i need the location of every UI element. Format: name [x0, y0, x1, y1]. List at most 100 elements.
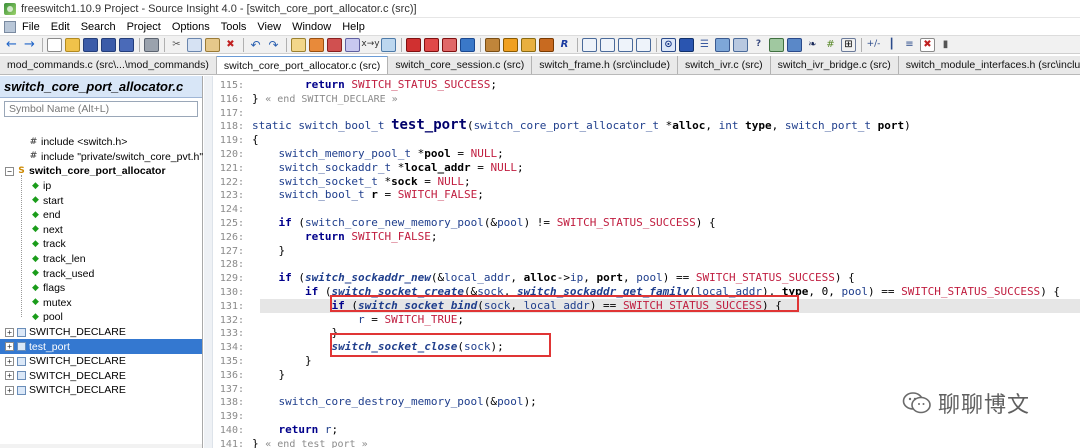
- symbol-tree-item[interactable]: ◆ start: [0, 193, 202, 208]
- back-arrow-icon[interactable]: ←: [4, 38, 19, 52]
- print-icon[interactable]: [144, 37, 159, 52]
- delete-icon[interactable]: ✖: [223, 38, 238, 52]
- system-menu-icon[interactable]: [4, 20, 16, 33]
- layout-2-icon[interactable]: [600, 37, 615, 52]
- file-tab[interactable]: mod_commands.c (src\...\mod_commands): [0, 56, 217, 74]
- layout-3-icon[interactable]: [618, 37, 633, 52]
- symbol-list-icon[interactable]: [715, 37, 730, 52]
- symbol-search-input[interactable]: Symbol Name (Alt+L): [4, 101, 198, 117]
- menu-tools[interactable]: Tools: [221, 21, 247, 33]
- symbol-tree-item[interactable]: + SWITCH_DECLARE: [0, 354, 202, 369]
- symbol-tree-item[interactable]: − Sswitch_core_port_allocator: [0, 164, 202, 179]
- search-files-icon[interactable]: [381, 37, 396, 52]
- jump-icon[interactable]: R: [557, 38, 572, 52]
- code-token: SWITCH_FALSE: [397, 188, 478, 202]
- class-tree-icon[interactable]: [733, 37, 748, 52]
- context-window-icon[interactable]: [521, 37, 536, 52]
- code-token: ,: [622, 271, 637, 285]
- save-icon[interactable]: [83, 37, 98, 52]
- symbol-tree-item[interactable]: +#include "private/switch_core_pvt.h": [0, 150, 203, 165]
- symbol-tree-label: SWITCH_DECLARE: [29, 355, 126, 368]
- menu-window[interactable]: Window: [292, 21, 331, 33]
- forward-arrow-icon[interactable]: →: [22, 38, 37, 52]
- file-tab[interactable]: switch_module_interfaces.h (src\inclu: [898, 56, 1080, 74]
- file-tab[interactable]: switch_ivr_bridge.c (src): [770, 56, 899, 74]
- menu-help[interactable]: Help: [342, 21, 365, 33]
- close-window-icon[interactable]: ✖: [920, 37, 935, 52]
- collapse-icon[interactable]: −: [5, 166, 14, 176]
- highlight-icon[interactable]: [769, 37, 784, 52]
- layout-4-icon[interactable]: [636, 37, 651, 52]
- symbol-tree-item[interactable]: ◆ track_used: [0, 266, 202, 281]
- symbol-tree-item[interactable]: +#include <switch.h>: [0, 135, 202, 150]
- expand-icon[interactable]: +: [5, 327, 14, 337]
- new-file-icon[interactable]: [47, 37, 62, 52]
- menu-project[interactable]: Project: [127, 21, 161, 33]
- symbol-tree-item[interactable]: ◆ mutex: [0, 296, 202, 311]
- file-tab[interactable]: switch_core_session.c (src): [388, 56, 533, 74]
- save-all-icon[interactable]: [101, 37, 116, 52]
- file-tab[interactable]: switch_core_port_allocator.c (src): [216, 56, 389, 74]
- split-icon[interactable]: ┃: [884, 38, 899, 52]
- expand-icon[interactable]: +: [5, 342, 14, 352]
- symbol-tree-item[interactable]: + test_port: [0, 339, 202, 354]
- symbol-tree-item[interactable]: ◆ end: [0, 208, 202, 223]
- references-icon[interactable]: [679, 37, 694, 52]
- undo-icon[interactable]: ↶: [248, 38, 263, 52]
- redo-icon[interactable]: ↷: [266, 38, 281, 52]
- menu-search[interactable]: Search: [81, 21, 116, 33]
- replace-icon[interactable]: [345, 37, 360, 52]
- relation-window-icon[interactable]: [503, 37, 518, 52]
- call-tree-icon[interactable]: ☰: [697, 38, 712, 52]
- copy-icon[interactable]: [187, 37, 202, 52]
- code-token: ;: [490, 78, 498, 91]
- line-number: 138:: [219, 397, 244, 409]
- more-icon[interactable]: ▮: [938, 38, 953, 52]
- menu-file[interactable]: File: [22, 21, 40, 33]
- sync-icon[interactable]: #: [823, 38, 838, 52]
- type-icon[interactable]: ?: [751, 38, 766, 52]
- bird-icon[interactable]: ❧: [805, 38, 820, 52]
- cut-icon[interactable]: ✂: [169, 38, 184, 52]
- find-icon[interactable]: [291, 37, 306, 52]
- symbol-tree-item[interactable]: + SWITCH_DECLARE: [0, 383, 202, 398]
- symbol-tree-label: next: [43, 223, 63, 236]
- find-prev-icon[interactable]: [309, 37, 324, 52]
- find-next-icon[interactable]: [327, 37, 342, 52]
- regex-icon[interactable]: x→y: [361, 38, 379, 52]
- file-tab[interactable]: switch_ivr.c (src): [677, 56, 771, 74]
- symbol-window-icon[interactable]: [485, 37, 500, 52]
- expand-icon[interactable]: +: [5, 371, 14, 381]
- bookmark-prev-icon[interactable]: [442, 37, 457, 52]
- code-token: if: [304, 285, 325, 298]
- code-line: 127: }: [204, 244, 1080, 258]
- close-file-icon[interactable]: [119, 37, 134, 52]
- symbol-tree-item[interactable]: + SWITCH_DECLARE: [0, 325, 202, 340]
- grid-icon[interactable]: ⊞: [841, 37, 856, 52]
- menu-options[interactable]: Options: [172, 21, 210, 33]
- expand-icon[interactable]: +: [5, 385, 14, 395]
- menu-edit[interactable]: Edit: [51, 21, 70, 33]
- align-icon[interactable]: ≡: [902, 38, 917, 52]
- outline-icon[interactable]: [787, 37, 802, 52]
- layout-1-icon[interactable]: [582, 37, 597, 52]
- browse-icon[interactable]: ⊙: [661, 37, 676, 52]
- file-tab[interactable]: switch_frame.h (src\include): [532, 56, 678, 74]
- symbol-tree-item[interactable]: ◆ pool: [0, 310, 202, 325]
- expand-icon[interactable]: +: [5, 356, 14, 366]
- menu-view[interactable]: View: [257, 21, 281, 33]
- symbol-tree-item[interactable]: ◆ track_len: [0, 252, 202, 267]
- symbol-tree-item[interactable]: + SWITCH_DECLARE: [0, 369, 202, 384]
- open-folder-icon[interactable]: [65, 37, 80, 52]
- bookmark-next-icon[interactable]: [424, 37, 439, 52]
- bookmark-list-icon[interactable]: [460, 37, 475, 52]
- symbol-tree-item[interactable]: ◆ track: [0, 237, 202, 252]
- symbol-tree-item[interactable]: ◆ next: [0, 223, 202, 238]
- bookmark-icon[interactable]: [406, 37, 421, 52]
- symbol-tree-item[interactable]: ◆ ip: [0, 179, 202, 194]
- code-token: r: [357, 312, 365, 326]
- symbol-tree-item[interactable]: ◆ flags: [0, 281, 202, 296]
- indent-icon[interactable]: +/-: [866, 38, 881, 52]
- project-window-icon[interactable]: [539, 37, 554, 52]
- paste-icon[interactable]: [205, 37, 220, 52]
